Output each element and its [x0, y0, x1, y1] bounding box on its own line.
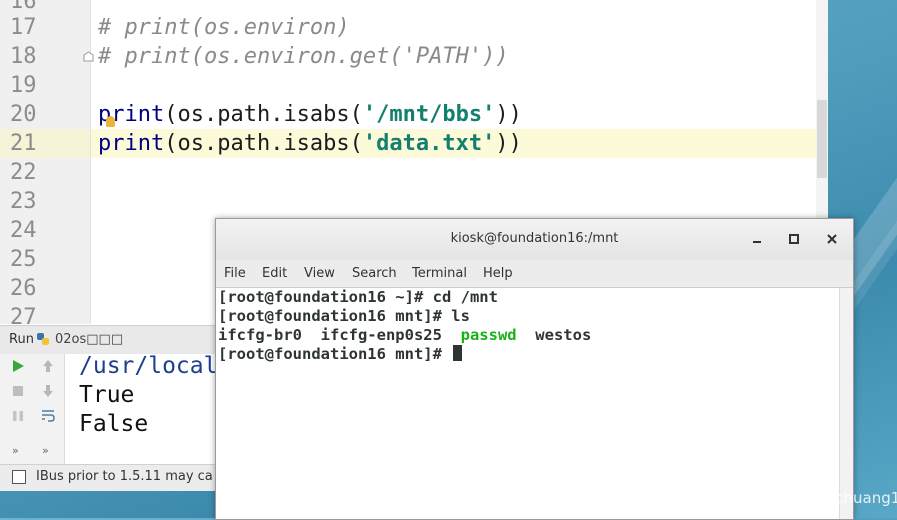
code-token-function: print [98, 131, 165, 156]
run-tab[interactable]: 02os□□□ [55, 332, 123, 347]
menu-file[interactable]: File [224, 266, 246, 281]
output-line: False [79, 411, 149, 437]
terminal-line: ifcfg-br0 ifcfg-enp0s25 passwd westos [218, 326, 591, 345]
run-panel-label: Run [9, 332, 34, 347]
line-number: 25 [10, 247, 37, 272]
code-token: (os.path.isabs( [164, 102, 363, 127]
line-number: 18 [10, 44, 37, 69]
code-line-21[interactable]: print(os.path.isabs('data.txt')) [98, 129, 522, 158]
line-number: 22 [10, 160, 37, 185]
line-number: 19 [10, 73, 37, 98]
terminal-output[interactable]: [root@foundation16 ~]# cd /mnt [root@fou… [216, 288, 839, 519]
down-arrow-icon[interactable] [40, 383, 56, 399]
rerun-icon[interactable] [10, 358, 26, 374]
line-number: 23 [10, 189, 37, 214]
menu-help[interactable]: Help [483, 266, 513, 281]
soft-wrap-icon[interactable] [40, 408, 56, 424]
output-line: True [79, 382, 135, 408]
minimize-icon[interactable] [747, 229, 767, 249]
code-token: (os.path.isabs( [164, 131, 363, 156]
ls-entry-executable: passwd [460, 326, 517, 344]
watermark: https://blog.csdn.net/liuchuang11 [657, 489, 897, 507]
status-message[interactable]: IBus prior to 1.5.11 may ca [36, 469, 213, 484]
terminal-line: [root@foundation16 mnt]# ls [218, 307, 470, 325]
terminal-line: [root@foundation16 ~]# cd /mnt [218, 288, 498, 306]
status-window-icon[interactable] [12, 470, 26, 484]
code-token-string: 'data.txt' [362, 131, 496, 156]
python-icon [37, 333, 49, 345]
pause-icon[interactable] [10, 408, 26, 424]
terminal-scrollbar[interactable] [839, 288, 853, 519]
line-number: 21 [10, 131, 37, 156]
editor-scrollbar-thumb[interactable] [817, 100, 827, 178]
menu-view[interactable]: View [304, 266, 335, 281]
more-icon[interactable]: » [42, 444, 49, 457]
ls-entry: ifcfg-br0 ifcfg-enp0s25 [218, 326, 461, 344]
up-arrow-icon[interactable] [40, 358, 56, 374]
code-line-17[interactable]: # print(os.environ) [98, 13, 350, 42]
terminal-titlebar[interactable]: kiosk@foundation16:/mnt [216, 219, 853, 260]
run-toolbar: » » [0, 354, 65, 464]
line-number: 26 [10, 276, 37, 301]
terminal-menubar: File Edit View Search Terminal Help [216, 260, 853, 288]
ls-entry: westos [516, 326, 592, 344]
menu-edit[interactable]: Edit [262, 266, 287, 281]
menu-search[interactable]: Search [352, 266, 397, 281]
code-line-18[interactable]: # print(os.environ.get('PATH')) [98, 42, 509, 71]
terminal-cursor [453, 345, 463, 361]
menu-terminal[interactable]: Terminal [412, 266, 467, 281]
stop-icon[interactable] [10, 383, 26, 399]
terminal-prompt: [root@foundation16 mnt]# [218, 345, 452, 363]
lightbulb-icon[interactable] [106, 116, 115, 127]
close-icon[interactable] [822, 229, 842, 249]
line-number: 24 [10, 218, 37, 243]
code-token-string: '/mnt/bbs' [362, 102, 496, 127]
code-token: )) [495, 131, 522, 156]
code-token: )) [495, 102, 522, 127]
output-line: /usr/local [79, 353, 218, 379]
fold-marker-icon[interactable] [83, 51, 94, 62]
line-number: 17 [10, 15, 37, 40]
maximize-icon[interactable] [784, 229, 804, 249]
more-icon[interactable]: » [12, 444, 19, 457]
code-line-20[interactable]: print(os.path.isabs('/mnt/bbs')) [98, 100, 522, 129]
terminal-window[interactable]: kiosk@foundation16:/mnt File Edit View S… [215, 218, 854, 520]
line-number: 20 [10, 102, 37, 127]
terminal-prompt-line: [root@foundation16 mnt]# [218, 345, 463, 364]
